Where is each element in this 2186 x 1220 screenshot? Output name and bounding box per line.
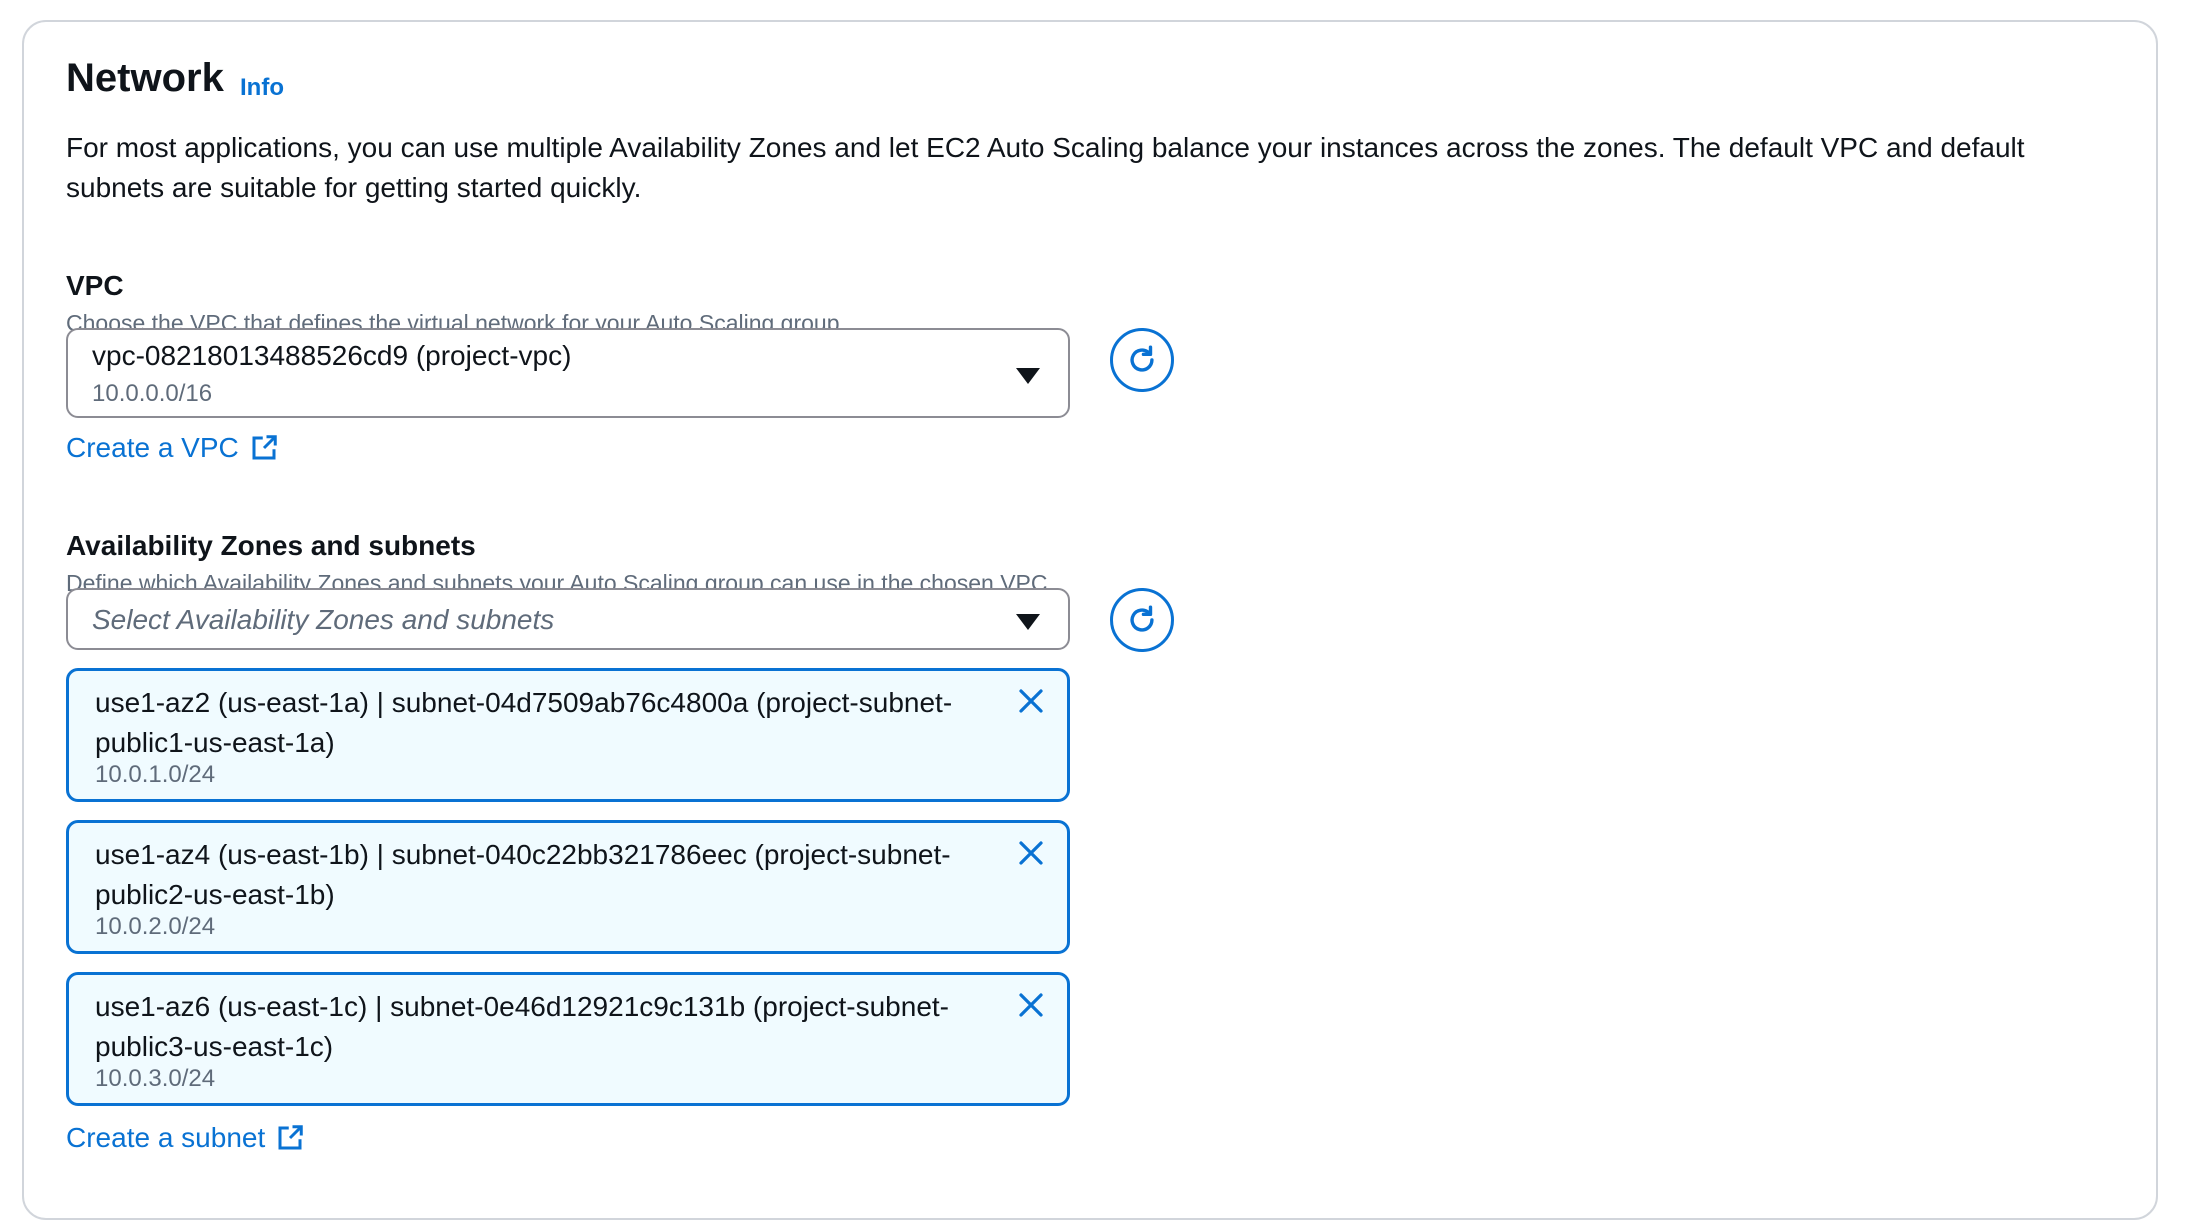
vpc-label: VPC xyxy=(66,270,124,301)
create-vpc-label: Create a VPC xyxy=(66,432,239,463)
subnet-token-label: use1-az6 (us-east-1c) | subnet-0e46d1292… xyxy=(95,991,949,1062)
vpc-selected-value: vpc-08218013488526cd9 (project-vpc) xyxy=(92,340,572,371)
external-link-icon xyxy=(252,435,277,460)
close-icon xyxy=(1019,993,1043,1017)
create-subnet-label: Create a subnet xyxy=(66,1122,266,1153)
subnet-token: use1-az6 (us-east-1c) | subnet-0e46d1292… xyxy=(66,972,1070,1106)
remove-subnet-button[interactable] xyxy=(1011,985,1051,1025)
vpc-select[interactable]: vpc-08218013488526cd9 (project-vpc) 10.0… xyxy=(66,328,1070,418)
close-icon xyxy=(1019,841,1043,865)
subnet-token: use1-az4 (us-east-1b) | subnet-040c22bb3… xyxy=(66,820,1070,954)
vpc-selected-cidr: 10.0.0.0/16 xyxy=(92,380,213,407)
caret-down-icon xyxy=(1016,368,1040,384)
subnet-token-cidr: 10.0.1.0/24 xyxy=(95,761,216,788)
remove-subnet-button[interactable] xyxy=(1011,833,1051,873)
subnet-token: use1-az2 (us-east-1a) | subnet-04d7509ab… xyxy=(66,668,1070,802)
caret-down-icon xyxy=(1016,614,1040,630)
section-description: For most applications, you can use multi… xyxy=(66,132,2025,203)
close-icon xyxy=(1019,689,1043,713)
external-link-icon xyxy=(278,1125,303,1150)
subnets-placeholder: Select Availability Zones and subnets xyxy=(92,604,555,635)
subnet-token-cidr: 10.0.3.0/24 xyxy=(95,1065,216,1092)
subnets-refresh-button[interactable] xyxy=(1110,588,1174,652)
subnet-token-label: use1-az2 (us-east-1a) | subnet-04d7509ab… xyxy=(95,687,953,758)
subnets-label: Availability Zones and subnets xyxy=(66,530,476,561)
vpc-refresh-button[interactable] xyxy=(1110,328,1174,392)
remove-subnet-button[interactable] xyxy=(1011,681,1051,721)
create-vpc-link[interactable]: Create a VPC xyxy=(66,432,279,464)
create-subnet-link[interactable]: Create a subnet xyxy=(66,1122,305,1154)
refresh-icon xyxy=(1130,605,1154,632)
subnet-token-label: use1-az4 (us-east-1b) | subnet-040c22bb3… xyxy=(95,839,951,910)
section-title: Network xyxy=(66,56,224,100)
subnets-select[interactable]: Select Availability Zones and subnets xyxy=(66,588,1070,650)
info-link[interactable]: Info xyxy=(240,74,284,102)
subnet-token-cidr: 10.0.2.0/24 xyxy=(95,913,216,940)
refresh-icon xyxy=(1130,345,1154,372)
network-panel: Network Info For most applications, you … xyxy=(22,20,2158,1220)
